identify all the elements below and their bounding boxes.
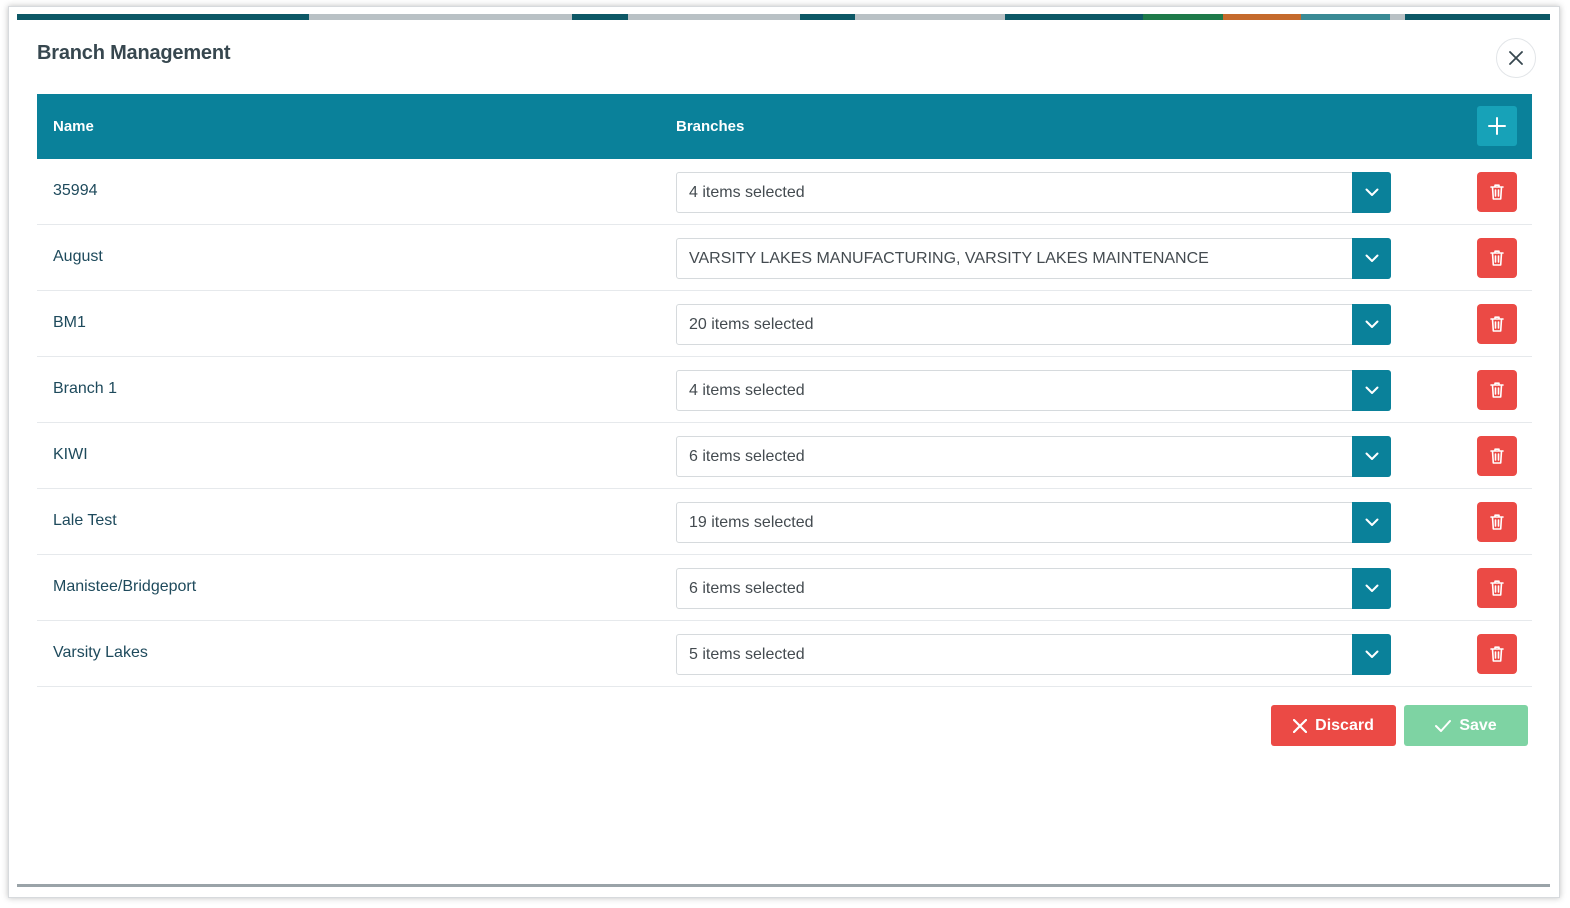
column-header-branches: Branches <box>676 118 745 135</box>
trash-icon <box>1490 514 1504 530</box>
trash-icon <box>1490 580 1504 596</box>
delete-row-button[interactable] <box>1477 172 1517 212</box>
chevron-down-icon <box>1365 386 1378 394</box>
branches-select[interactable]: 6 items selected <box>676 436 1391 477</box>
table-row: Branch 1 4 items selected <box>37 357 1532 423</box>
chevron-down-icon <box>1365 320 1378 328</box>
check-icon <box>1435 719 1452 732</box>
row-name: Lale Test <box>53 512 117 529</box>
branch-table: Name Branches 35994 4 items selected Augus… <box>37 94 1532 687</box>
discard-button[interactable]: Discard <box>1271 705 1396 746</box>
row-name: BM1 <box>53 314 86 331</box>
branch-management-modal: Branch Management Name Branches 35994 4 i… <box>17 20 1550 884</box>
delete-row-button[interactable] <box>1477 370 1517 410</box>
trash-icon <box>1490 382 1504 398</box>
select-toggle-button[interactable] <box>1352 172 1391 213</box>
branches-select[interactable]: 4 items selected <box>676 370 1391 411</box>
branches-select[interactable]: 5 items selected <box>676 634 1391 675</box>
row-name: Manistee/Bridgeport <box>53 578 197 595</box>
branches-select[interactable]: 4 items selected <box>676 172 1391 213</box>
save-button[interactable]: Save <box>1404 705 1528 746</box>
table-header: Name Branches <box>37 94 1532 159</box>
delete-row-button[interactable] <box>1477 634 1517 674</box>
branches-select[interactable]: 6 items selected <box>676 568 1391 609</box>
branches-select-value: 19 items selected <box>689 514 814 531</box>
table-body: 35994 4 items selected August VARSITY LAKES… <box>37 159 1532 687</box>
trash-icon <box>1490 184 1504 200</box>
branches-select-value: 6 items selected <box>689 580 805 597</box>
trash-icon <box>1490 316 1504 332</box>
trash-icon <box>1490 646 1504 662</box>
chevron-down-icon <box>1365 254 1378 262</box>
branches-select[interactable]: 20 items selected <box>676 304 1391 345</box>
table-row: BM1 20 items selected <box>37 291 1532 357</box>
chevron-down-icon <box>1365 452 1378 460</box>
delete-row-button[interactable] <box>1477 304 1517 344</box>
table-row: Varsity Lakes 5 items selected <box>37 621 1532 687</box>
add-row-button[interactable] <box>1477 106 1517 146</box>
branches-select-value: 5 items selected <box>689 646 805 663</box>
select-toggle-button[interactable] <box>1352 304 1391 345</box>
select-toggle-button[interactable] <box>1352 370 1391 411</box>
select-toggle-button[interactable] <box>1352 502 1391 543</box>
close-icon <box>1509 51 1523 65</box>
delete-row-button[interactable] <box>1477 568 1517 608</box>
plus-icon <box>1488 117 1506 135</box>
table-row: 35994 4 items selected <box>37 159 1532 225</box>
trash-icon <box>1490 448 1504 464</box>
modal-title: Branch Management <box>37 42 231 64</box>
close-button[interactable] <box>1496 38 1536 78</box>
chevron-down-icon <box>1365 650 1378 658</box>
table-row: Manistee/Bridgeport 6 items selected <box>37 555 1532 621</box>
branches-select[interactable]: VARSITY LAKES MANUFACTURING, VARSITY LAK… <box>676 238 1391 279</box>
select-toggle-button[interactable] <box>1352 238 1391 279</box>
delete-row-button[interactable] <box>1477 436 1517 476</box>
delete-row-button[interactable] <box>1477 238 1517 278</box>
chevron-down-icon <box>1365 584 1378 592</box>
delete-row-button[interactable] <box>1477 502 1517 542</box>
branches-select-value: 6 items selected <box>689 448 805 465</box>
branches-select-value: 4 items selected <box>689 382 805 399</box>
row-name: August <box>53 248 103 265</box>
discard-label: Discard <box>1315 716 1374 734</box>
chevron-down-icon <box>1365 188 1378 196</box>
close-icon <box>1293 718 1308 733</box>
table-row: KIWI 6 items selected <box>37 423 1532 489</box>
row-name: Branch 1 <box>53 380 118 397</box>
branches-select-value: 4 items selected <box>689 184 805 201</box>
background-bottom-strip <box>17 884 1550 887</box>
chevron-down-icon <box>1365 518 1378 526</box>
table-row: August VARSITY LAKES MANUFACTURING, VARSI… <box>37 225 1532 291</box>
column-header-name: Name <box>53 118 94 135</box>
row-name: KIWI <box>53 446 88 463</box>
save-label: Save <box>1459 716 1497 734</box>
select-toggle-button[interactable] <box>1352 634 1391 675</box>
select-toggle-button[interactable] <box>1352 436 1391 477</box>
row-name: 35994 <box>53 182 98 199</box>
branches-select[interactable]: 19 items selected <box>676 502 1391 543</box>
select-toggle-button[interactable] <box>1352 568 1391 609</box>
row-name: Varsity Lakes <box>53 644 148 661</box>
branches-select-value: 20 items selected <box>689 316 814 333</box>
branches-select-value: VARSITY LAKES MANUFACTURING, VARSITY LAK… <box>689 250 1209 267</box>
table-row: Lale Test 19 items selected <box>37 489 1532 555</box>
trash-icon <box>1490 250 1504 266</box>
